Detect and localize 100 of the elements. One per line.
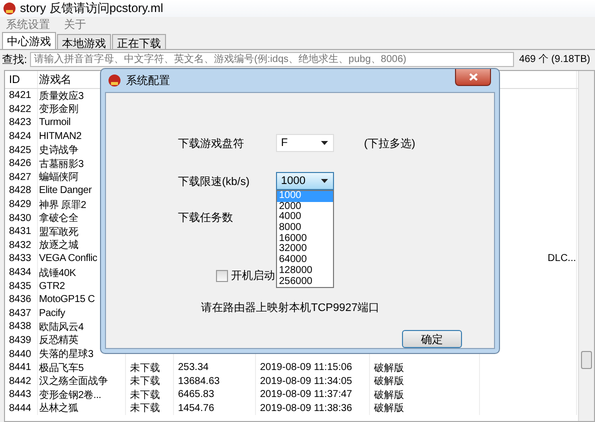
table-cell-text: 极品飞车5 <box>39 362 84 375</box>
table-cell: 8429 <box>9 199 32 210</box>
table-cell-text: 欧陆风云4 <box>39 320 84 334</box>
drive-dropdown[interactable]: F <box>276 134 334 152</box>
dropdown-option[interactable]: 128000 <box>277 266 333 276</box>
tab[interactable]: 本地游戏 <box>57 34 111 49</box>
table-cell: 8422 <box>9 104 32 115</box>
table-cell-text: 古墓丽影3 <box>39 158 84 171</box>
dropdown-option[interactable]: 8000 <box>277 223 333 234</box>
table-cell: VEGA Conflic <box>39 253 98 264</box>
tab[interactable]: 中心游戏 <box>2 32 56 49</box>
table-cell-text: 未下载 <box>130 374 160 388</box>
table-cell: 8443 <box>9 389 32 400</box>
dropdown-option[interactable]: 2000 <box>277 202 333 212</box>
table-cell-text: 汉之殇全面战争 <box>39 374 108 388</box>
dropdown-option[interactable]: 64000 <box>277 255 333 266</box>
search-field[interactable]: 请输入拼音首字母、中文字符、英文名、游戏编号(例:idqs、绝地求生、pubg、8006) <box>30 52 514 66</box>
hint-text: (下拉多选) <box>364 136 416 150</box>
dialog-title: 系统配置 <box>126 74 170 88</box>
table-cell: 6465.83 <box>178 389 214 400</box>
table-cell-text: 破解版 <box>374 362 404 375</box>
table-cell: Elite Danger <box>39 185 92 196</box>
table-cell: 8425 <box>9 144 32 156</box>
checkbox-label: 开机启动 <box>231 268 275 283</box>
table-cell: 2019-08-09 11:37:47 <box>260 389 352 400</box>
table-cell-text: 未下载 <box>130 388 160 402</box>
table-cell: 8430 <box>9 212 32 224</box>
checkbox[interactable] <box>216 270 228 282</box>
result-count: 469 个 (9.18TB) <box>519 53 590 66</box>
table-cell-text: 拿破仑全 <box>39 212 78 226</box>
table-cell: 1454.76 <box>178 402 214 414</box>
table-cell: 8444 <box>9 402 32 414</box>
table-cell-text: 蝙蝠侠阿 <box>39 170 78 184</box>
table-cell: 2019-08-09 11:34:05 <box>260 376 352 387</box>
table-cell: 8440 <box>9 348 32 360</box>
table-cell-text: 战锤40K <box>39 266 76 280</box>
caret-icon <box>321 141 328 145</box>
table-cell: Turmoil <box>39 117 71 128</box>
table-cell: 8428 <box>9 185 32 196</box>
table-cell: 8437 <box>9 308 32 319</box>
close-icon <box>468 73 478 81</box>
table-cell: 13684.63 <box>178 376 220 387</box>
table-cell: 8424 <box>9 131 32 142</box>
table-cell-text: 丛林之狐 <box>39 402 78 416</box>
scrollbar[interactable] <box>578 71 594 421</box>
close-button[interactable] <box>455 69 491 86</box>
speed-dropdown[interactable]: 1000 <box>276 172 334 190</box>
column-header[interactable]: ID <box>5 71 38 88</box>
table-cell-text: 盟军敢死 <box>39 226 78 239</box>
field-label: 下载任务数 <box>178 210 234 224</box>
table-cell: 8426 <box>9 158 32 170</box>
table-cell: 8438 <box>9 321 32 332</box>
table-cell: 253.34 <box>178 362 209 374</box>
table-cell: HITMAN2 <box>39 131 82 142</box>
search-label: 查找: <box>2 52 28 66</box>
table-cell-text: 质量效应3 <box>39 90 84 103</box>
table-cell-text: 神界 原罪2 <box>39 198 86 212</box>
table-cell: 8421 <box>9 90 32 102</box>
field-label: 下载限速(kb/s) <box>178 174 250 188</box>
table-cell: MotoGP15 C <box>39 294 95 306</box>
table-cell-text: 反恐精英 <box>39 334 78 348</box>
table-cell: Pacify <box>39 308 66 319</box>
menu-item[interactable]: 系统设置 <box>6 17 50 32</box>
app-icon <box>3 2 16 15</box>
table-cell-text: 放逐之城 <box>39 238 78 252</box>
window-title: story 反馈请访问pcstory.ml <box>20 0 164 17</box>
table-cell-text: 变形金刚 <box>39 102 78 116</box>
table-cell: 8434 <box>9 267 32 278</box>
dropdown-option[interactable]: 32000 <box>277 244 333 256</box>
dropdown-option[interactable]: 256000 <box>277 276 333 288</box>
note-text: 请在路由器上映射本机TCP9927端口 <box>201 301 380 315</box>
table-cell: 8442 <box>9 376 32 387</box>
table-cell: 2019-08-09 11:38:36 <box>260 402 352 414</box>
ok-button[interactable]: 确定 <box>402 330 462 348</box>
table-cell: 8433 <box>9 253 32 264</box>
table-cell-text: 未下载 <box>130 362 160 375</box>
table-cell: GTR2 <box>39 280 65 292</box>
caret-icon <box>321 179 328 183</box>
table-cell-text: 史诗战争 <box>39 144 78 158</box>
table-cell-text: 未下载 <box>130 402 160 416</box>
table-cell-text: 破解版 <box>374 402 404 416</box>
table-cell: 8432 <box>9 240 32 251</box>
field-label: 下载游戏盘符 <box>178 136 245 150</box>
dropdown-option[interactable]: 16000 <box>277 234 333 244</box>
app-icon <box>108 74 121 87</box>
table-cell: 8436 <box>9 294 32 306</box>
table-cell: DLC... <box>548 253 576 264</box>
table-cell: 8439 <box>9 334 32 346</box>
table-cell-text: 破解版 <box>374 388 404 402</box>
table-cell-text: 失落的星球3 <box>39 348 94 362</box>
table-cell: 8441 <box>9 362 32 374</box>
table-cell: 8435 <box>9 280 32 292</box>
table-cell: 8423 <box>9 117 32 128</box>
menu-item[interactable]: 关于 <box>64 17 86 32</box>
table-cell: 2019-08-09 11:15:06 <box>260 362 352 374</box>
table-cell-text: 变形金钢2卷... <box>39 388 102 402</box>
dropdown-option[interactable]: 4000 <box>277 212 333 224</box>
table-cell-text: 破解版 <box>374 374 404 388</box>
tab[interactable]: 正在下载 <box>112 34 166 49</box>
table-cell: 8427 <box>9 172 32 183</box>
